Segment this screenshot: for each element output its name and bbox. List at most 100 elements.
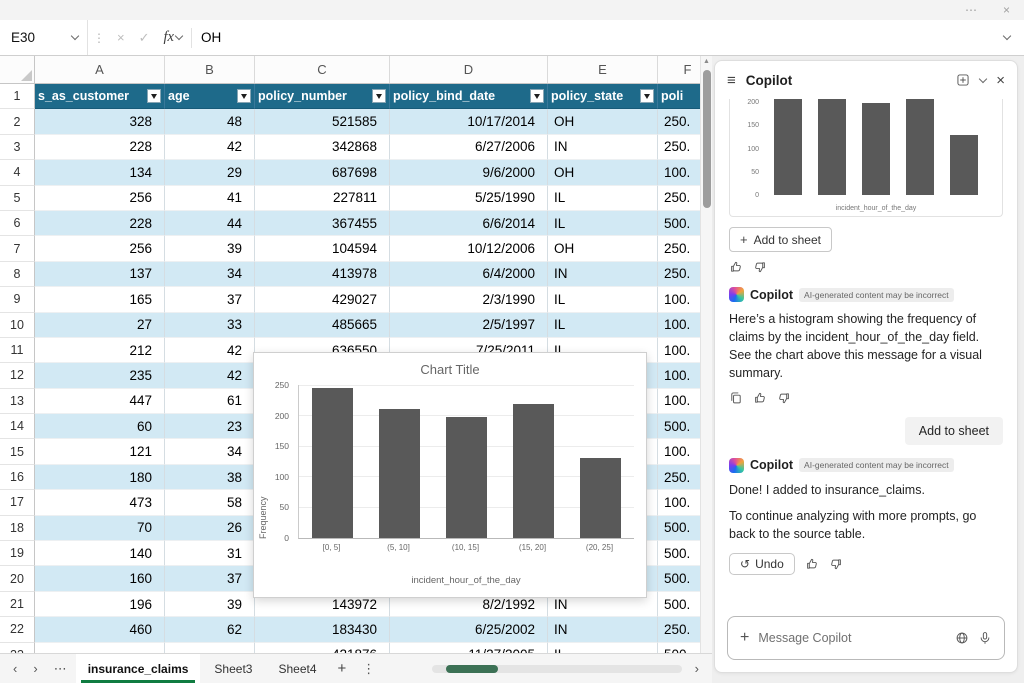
row-number[interactable]: 11 [0, 338, 35, 363]
cell[interactable]: 104594 [255, 236, 390, 261]
cell[interactable]: IL [548, 313, 658, 338]
cell[interactable]: 58 [165, 490, 255, 515]
cell[interactable]: 500. [658, 566, 700, 591]
cell[interactable]: 6/27/2006 [390, 135, 548, 160]
cell[interactable]: 31 [165, 541, 255, 566]
row-number[interactable]: 1 [0, 84, 35, 109]
cell[interactable]: 6/4/2000 [390, 262, 548, 287]
cell[interactable]: 100. [658, 363, 700, 388]
row-number[interactable]: 7 [0, 236, 35, 261]
sheet-tab-sheet3[interactable]: Sheet3 [202, 654, 264, 683]
cell[interactable]: 2/3/1990 [390, 287, 548, 312]
row-number[interactable]: 17 [0, 490, 35, 515]
cell[interactable]: 60 [35, 414, 165, 439]
cell[interactable]: 23 [165, 414, 255, 439]
row-number[interactable]: 10 [0, 313, 35, 338]
cell[interactable]: IN [548, 262, 658, 287]
filter-button[interactable] [530, 89, 544, 103]
cell[interactable]: 212 [35, 338, 165, 363]
copy-icon[interactable] [729, 391, 743, 405]
cell[interactable]: 473 [35, 490, 165, 515]
window-more-icon[interactable]: ⋯ [965, 3, 977, 17]
collapse-pane-chevron-icon[interactable] [979, 74, 987, 82]
cell[interactable]: 447 [35, 389, 165, 414]
cell[interactable]: 235 [35, 363, 165, 388]
row-number[interactable]: 5 [0, 186, 35, 211]
filter-button[interactable] [147, 89, 161, 103]
sheet-tab-sheet4[interactable]: Sheet4 [266, 654, 328, 683]
formula-bar-expand-icon[interactable] [1003, 32, 1011, 40]
cell[interactable]: 70 [35, 516, 165, 541]
cell[interactable]: IN [548, 135, 658, 160]
cell[interactable]: 256 [35, 236, 165, 261]
scroll-up-icon[interactable]: ▲ [701, 58, 712, 65]
row-number[interactable]: 3 [0, 135, 35, 160]
vertical-scrollbar-thumb[interactable] [703, 70, 711, 208]
cell[interactable]: 227811 [255, 186, 390, 211]
cell[interactable]: 39 [165, 236, 255, 261]
cell[interactable]: 687698 [255, 160, 390, 185]
cell[interactable]: OH [548, 160, 658, 185]
cell[interactable]: 9/6/2000 [390, 160, 548, 185]
tab-nav-right-icon[interactable]: › [26, 661, 44, 676]
cell[interactable]: 485665 [255, 313, 390, 338]
insert-function-icon[interactable]: fx [157, 29, 176, 46]
thumbs-up-icon[interactable] [729, 260, 743, 274]
cell[interactable]: 500. [658, 592, 700, 617]
row-number[interactable]: 20 [0, 566, 35, 591]
header-cell[interactable]: policy_state [548, 84, 658, 109]
filter-button[interactable] [237, 89, 251, 103]
cell[interactable]: 42 [165, 338, 255, 363]
cell[interactable]: 250. [658, 135, 700, 160]
row-number[interactable]: 12 [0, 363, 35, 388]
cell[interactable]: 5/25/1990 [390, 186, 548, 211]
cell[interactable]: IL [548, 643, 658, 653]
cell[interactable]: 134 [35, 160, 165, 185]
cell[interactable]: 29 [165, 160, 255, 185]
row-number[interactable]: 21 [0, 592, 35, 617]
row-number[interactable]: 19 [0, 541, 35, 566]
sheet-options-icon[interactable]: ⋮ [355, 661, 382, 677]
cell[interactable] [35, 643, 165, 653]
cell[interactable]: 33 [165, 313, 255, 338]
sheet-tab-insurance-claims[interactable]: insurance_claims [76, 654, 201, 683]
cell[interactable]: 180 [35, 465, 165, 490]
cell[interactable]: 100. [658, 490, 700, 515]
cell[interactable]: 62 [165, 617, 255, 642]
cell[interactable]: 34 [165, 262, 255, 287]
window-close-icon[interactable]: × [1003, 3, 1010, 17]
row-number[interactable]: 18 [0, 516, 35, 541]
cell[interactable]: 250. [658, 262, 700, 287]
row-number[interactable]: 13 [0, 389, 35, 414]
cell[interactable]: 228 [35, 211, 165, 236]
add-to-sheet-button[interactable]: + Add to sheet [729, 227, 832, 252]
cell[interactable]: 38 [165, 465, 255, 490]
cell[interactable]: 6/25/2002 [390, 617, 548, 642]
microphone-icon[interactable] [978, 631, 992, 645]
row-number[interactable]: 4 [0, 160, 35, 185]
cell[interactable]: IL [548, 287, 658, 312]
row-number[interactable]: 2 [0, 109, 35, 134]
row-number[interactable]: 16 [0, 465, 35, 490]
cell[interactable]: 342868 [255, 135, 390, 160]
column-header-F[interactable]: F [658, 56, 700, 83]
column-header-C[interactable]: C [255, 56, 390, 83]
cell[interactable]: 183430 [255, 617, 390, 642]
column-header-D[interactable]: D [390, 56, 548, 83]
header-cell[interactable]: poli [658, 84, 700, 109]
cell[interactable]: 100. [658, 389, 700, 414]
web-search-globe-icon[interactable] [955, 631, 969, 645]
header-cell[interactable]: policy_number [255, 84, 390, 109]
confirm-entry-icon[interactable]: ✓ [132, 30, 157, 46]
cell[interactable]: IN [548, 617, 658, 642]
header-cell[interactable]: s_as_customer [35, 84, 165, 109]
cell[interactable]: 121 [35, 439, 165, 464]
cell[interactable]: 100. [658, 287, 700, 312]
chart-preview-card[interactable]: 050100150200250 incident_hour_of_the_day [729, 99, 1003, 217]
cell[interactable]: 460 [35, 617, 165, 642]
new-chat-icon[interactable] [956, 73, 970, 87]
cell[interactable]: 256 [35, 186, 165, 211]
cell[interactable]: 367455 [255, 211, 390, 236]
add-sheet-icon[interactable]: + [331, 660, 354, 677]
row-number[interactable]: 14 [0, 414, 35, 439]
